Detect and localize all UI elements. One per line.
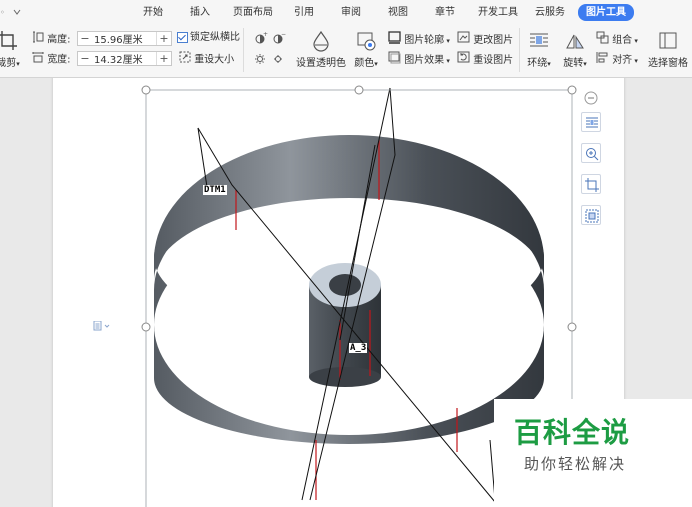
width-label: 宽度:	[47, 54, 71, 66]
group-icon	[596, 31, 609, 49]
tab-start[interactable]: 开始	[143, 5, 163, 21]
datum-label-dtm1: DTM1	[203, 185, 227, 195]
group-button[interactable]: 组合 ▾	[596, 31, 638, 49]
picture-effect-icon	[388, 51, 401, 69]
crop-icon	[0, 31, 17, 50]
height-increase-button[interactable]: +	[156, 32, 171, 45]
contrast-minus-icon: −	[273, 31, 286, 44]
picture-effects-button[interactable]	[581, 205, 601, 225]
decrease-brightness-button[interactable]	[272, 51, 286, 70]
minus-circle-icon	[584, 91, 598, 105]
transparent-color-drop-icon	[313, 30, 329, 52]
tab-view[interactable]: 视图	[388, 5, 408, 21]
layout-options-button[interactable]	[581, 112, 601, 132]
width-increase-button[interactable]: +	[156, 52, 171, 65]
outline-label: 图片轮廓	[404, 35, 445, 46]
width-input[interactable]	[94, 52, 152, 65]
align-icon	[596, 51, 609, 69]
selection-pane-icon	[659, 32, 677, 49]
set-transparent-label: 设置透明色	[296, 58, 346, 69]
rotate-label: 旋转	[563, 58, 584, 69]
watermark-title: 百科全说	[514, 416, 631, 449]
tab-cloud-service[interactable]: 云服务	[535, 5, 565, 21]
resize-handle	[567, 85, 577, 95]
increase-contrast-button[interactable]: +	[254, 31, 268, 50]
document-area: DTM1 A_3 百科全说 助你轻松解决	[0, 78, 692, 507]
reset-picture-icon	[457, 51, 470, 69]
rotate-icon	[566, 34, 584, 49]
increase-brightness-button[interactable]	[254, 51, 268, 70]
picture-effect-button[interactable]: 图片效果 ▾	[388, 51, 450, 69]
tab-picture-tools[interactable]: 图片工具	[578, 4, 634, 21]
lock-ratio-checkbox[interactable]: 锁定纵横比	[177, 31, 240, 45]
picture-outline-icon	[388, 31, 401, 49]
resize-handle	[354, 85, 364, 95]
change-picture-icon	[457, 31, 470, 49]
picture-color-icon	[357, 32, 376, 51]
resize-handle	[141, 85, 151, 95]
change-picture-button[interactable]: 更改图片	[457, 31, 513, 49]
crop-button[interactable]: 裁剪▾	[0, 30, 22, 69]
selection-pane-label: 选择窗格	[648, 58, 688, 69]
brightness-plus-icon	[255, 54, 265, 64]
watermark-subtitle: 助你轻松解决	[524, 455, 627, 473]
width-field: − +	[77, 51, 172, 66]
align-button[interactable]: 对齐 ▾	[596, 51, 638, 69]
height-label: 高度:	[47, 34, 71, 46]
reset-size-button[interactable]: 重设大小	[179, 51, 234, 68]
layout-options-icon	[586, 117, 598, 128]
lock-ratio-check-icon	[177, 31, 188, 43]
zoom-picture-button[interactable]	[581, 143, 601, 163]
width-label-group: 宽度:	[32, 51, 71, 68]
height-input[interactable]	[94, 32, 152, 45]
text-wrap-icon	[530, 33, 548, 47]
resize-handle	[567, 322, 577, 332]
tab-insert[interactable]: 插入	[190, 5, 210, 21]
decrease-contrast-button[interactable]: −	[272, 31, 286, 50]
svg-text:−: −	[281, 31, 286, 38]
crop-icon	[585, 178, 599, 192]
wrap-button[interactable]: 环绕▾	[524, 30, 554, 69]
wrap-label: 环绕	[527, 58, 548, 69]
height-label-group: 高度:	[32, 31, 71, 48]
svg-text:+: +	[263, 31, 268, 38]
group-label: 组合	[612, 35, 633, 46]
ribbon-tabs: 开始 插入 页面布局 引用 审阅 视图 章节 开发工具 云服务 图片工具	[0, 0, 692, 24]
width-decrease-button[interactable]: −	[78, 52, 92, 65]
change-picture-label: 更改图片	[473, 35, 514, 46]
reset-size-label: 重设大小	[194, 54, 235, 66]
tab-review[interactable]: 审阅	[341, 5, 361, 21]
tab-developer[interactable]: 开发工具	[478, 5, 518, 21]
picture-effects-icon	[585, 209, 599, 223]
resize-handle	[141, 322, 151, 332]
tab-page-layout[interactable]: 页面布局	[233, 5, 273, 21]
brightness-minus-icon	[274, 55, 282, 63]
contrast-plus-icon: +	[255, 31, 268, 44]
ribbon-toolbar: ◦ 开始 插入 页面布局 引用 审阅 视图 章节 开发工具 云服务 图片工具 裁…	[0, 0, 692, 78]
axis-label-a3: A_3	[349, 343, 368, 353]
tab-chapter[interactable]: 章节	[435, 5, 455, 21]
color-label: 颜色	[354, 58, 375, 69]
height-decrease-button[interactable]: −	[78, 32, 92, 45]
height-icon	[32, 31, 44, 48]
height-field: − +	[77, 31, 172, 46]
picture-outline-button[interactable]: 图片轮廓 ▾	[388, 31, 450, 49]
effect-label: 图片效果	[404, 55, 445, 66]
color-button[interactable]: 颜色▾	[351, 30, 381, 69]
zoom-in-icon	[586, 148, 599, 161]
reset-picture-button[interactable]: 重设图片	[457, 51, 513, 69]
crop-label: 裁剪	[0, 58, 17, 69]
set-transparent-color-button[interactable]: 设置透明色	[296, 30, 346, 69]
reset-size-icon	[179, 51, 191, 68]
selection-pane-button[interactable]: 选择窗格	[646, 30, 690, 69]
width-icon	[32, 51, 44, 68]
lock-ratio-label: 锁定纵横比	[190, 32, 240, 43]
watermark-logo: 百科全说 助你轻松解决	[494, 399, 692, 507]
tab-references[interactable]: 引用	[294, 5, 314, 21]
rotate-button[interactable]: 旋转▾	[560, 30, 590, 69]
reset-picture-label: 重设图片	[473, 55, 514, 66]
align-label: 对齐	[612, 55, 633, 66]
collapse-toolbar-button[interactable]	[581, 88, 601, 108]
crop-picture-button[interactable]	[581, 174, 601, 194]
